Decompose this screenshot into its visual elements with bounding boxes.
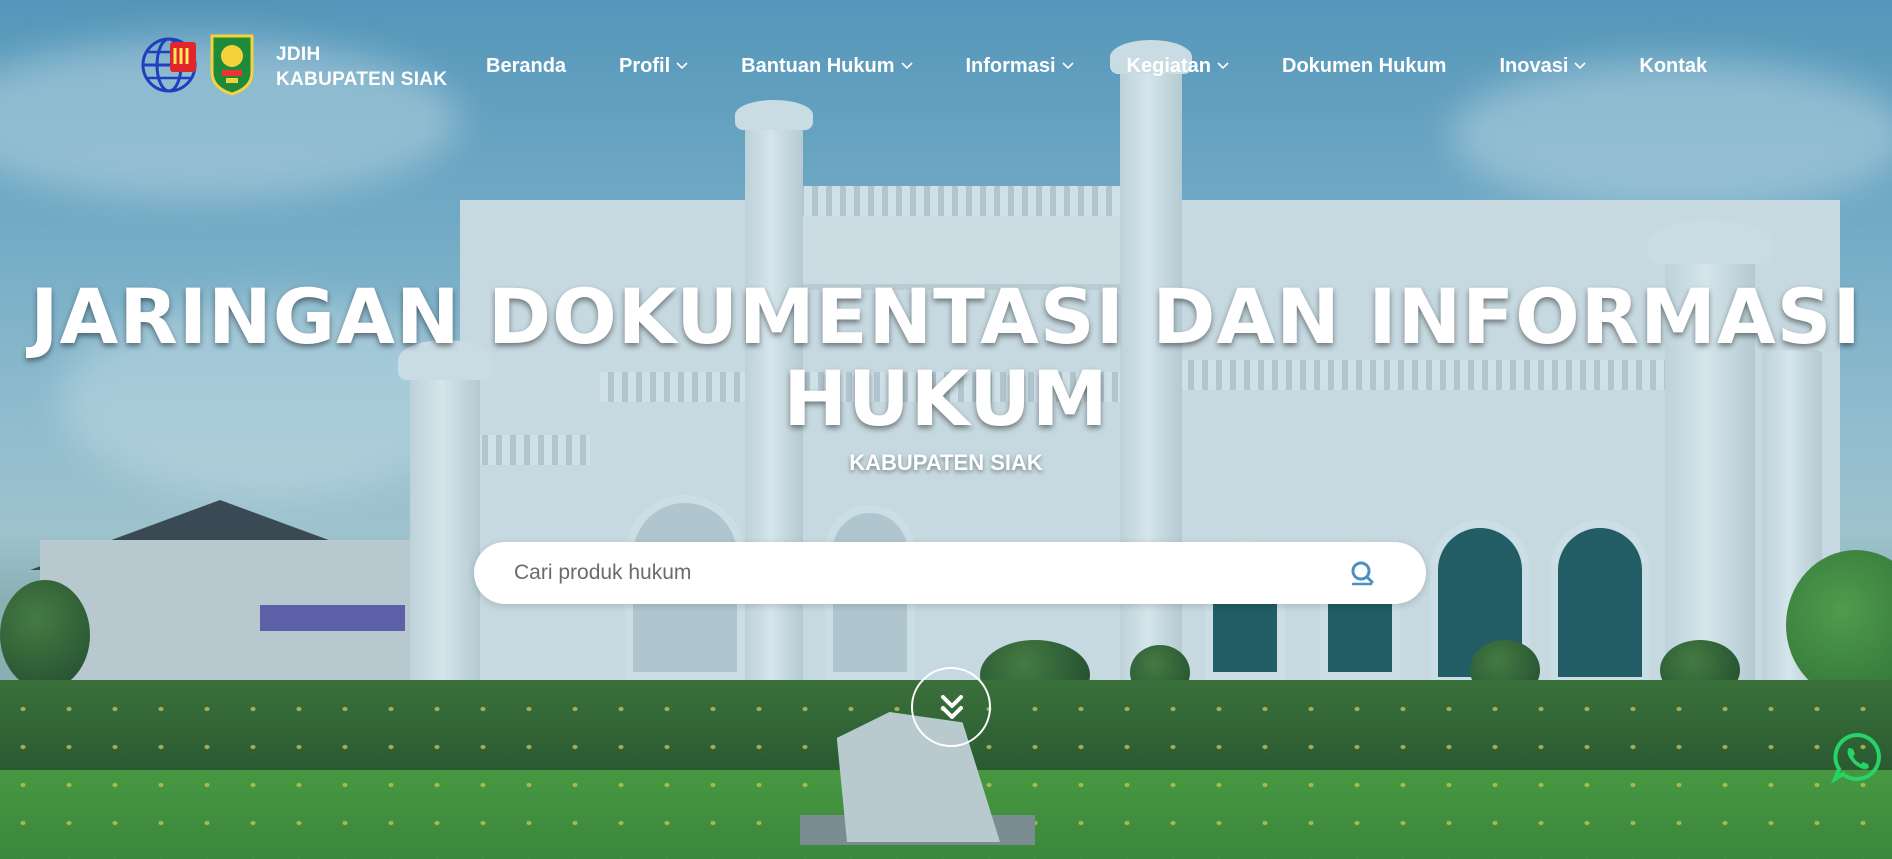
- nav-label: Kegiatan: [1126, 54, 1211, 77]
- jdih-globe-logo[interactable]: [140, 36, 198, 94]
- nav-informasi[interactable]: Informasi: [966, 55, 1074, 78]
- scroll-down-button[interactable]: [911, 667, 991, 747]
- nav-label: Beranda: [486, 54, 567, 77]
- site-header: JDIH KABUPATEN SIAK Beranda Profil Bantu…: [0, 0, 1892, 130]
- hero-title: JARINGAN DOKUMENTASI DAN INFORMASI HUKUM: [0, 276, 1892, 440]
- chevron-down-icon: [1217, 62, 1229, 70]
- nav-beranda[interactable]: Beranda: [486, 55, 566, 78]
- search-input[interactable]: [514, 542, 1314, 604]
- nav-profil[interactable]: Profil: [619, 55, 688, 78]
- search-bar: [474, 542, 1426, 604]
- nav-inovasi[interactable]: Inovasi: [1499, 55, 1586, 78]
- brand-name[interactable]: JDIH KABUPATEN SIAK: [276, 42, 447, 92]
- search-icon: [1351, 561, 1374, 586]
- main-nav: Beranda Profil Bantuan Hukum Informasi K…: [486, 52, 1707, 80]
- hero-title-line-1: JARINGAN DOKUMENTASI DAN INFORMASI: [30, 272, 1862, 361]
- nav-label: Dokumen Hukum: [1282, 54, 1447, 77]
- nav-kegiatan[interactable]: Kegiatan: [1127, 55, 1229, 78]
- nav-kontak[interactable]: Kontak: [1639, 55, 1707, 78]
- chevron-down-icon: [1574, 62, 1586, 70]
- whatsapp-icon: [1830, 732, 1881, 784]
- nav-label: Kontak: [1639, 54, 1708, 77]
- nav-dokumen-hukum[interactable]: Dokumen Hukum: [1282, 55, 1446, 78]
- whatsapp-chat-button[interactable]: [1830, 730, 1884, 784]
- chevron-down-icon: [1061, 62, 1074, 70]
- nav-label: Inovasi: [1499, 54, 1569, 77]
- search-button[interactable]: [1344, 555, 1380, 591]
- hero-title-line-2: HUKUM: [783, 354, 1109, 443]
- siak-regency-shield-logo[interactable]: [208, 32, 256, 96]
- nav-label: Informasi: [965, 54, 1056, 77]
- double-chevron-down-icon: [941, 695, 963, 719]
- chevron-down-icon: [676, 62, 688, 70]
- chevron-down-icon: [900, 62, 913, 70]
- hero-subtitle: KABUPATEN SIAK: [849, 450, 1043, 475]
- nav-label: Profil: [619, 54, 671, 77]
- nav-bantuan-hukum[interactable]: Bantuan Hukum: [741, 54, 913, 78]
- brand-line-2: KABUPATEN SIAK: [276, 69, 448, 90]
- brand-line-1: JDIH: [276, 44, 321, 65]
- nav-label: Bantuan Hukum: [741, 54, 895, 77]
